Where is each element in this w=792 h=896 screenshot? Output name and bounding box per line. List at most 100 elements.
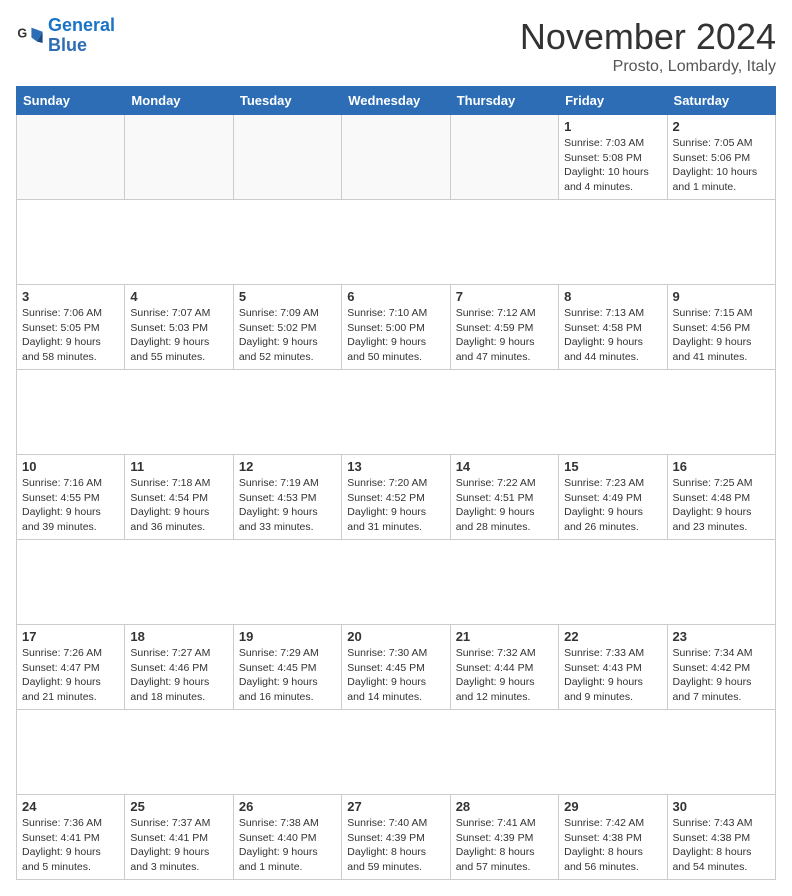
day-number: 20 <box>347 629 444 644</box>
day-info: Sunrise: 7:30 AM Sunset: 4:45 PM Dayligh… <box>347 646 444 705</box>
page-header: G General Blue November 2024 Prosto, Lom… <box>16 16 776 76</box>
day-number: 26 <box>239 799 336 814</box>
calendar-cell: 3 Sunrise: 7:06 AM Sunset: 5:05 PM Daylig… <box>17 285 125 370</box>
day-number: 23 <box>673 629 770 644</box>
calendar-week-row: 17Sunrise: 7:26 AM Sunset: 4:47 PM Dayli… <box>17 625 776 710</box>
day-info: Sunrise: 7:15 AM Sunset: 4:56 PM Dayligh… <box>673 306 770 365</box>
day-info: Sunrise: 7:32 AM Sunset: 4:44 PM Dayligh… <box>456 646 553 705</box>
calendar-cell: 15 Sunrise: 7:23 AM Sunset: 4:49 PM Dayli… <box>559 455 667 540</box>
calendar-cell: 10Sunrise: 7:16 AM Sunset: 4:55 PM Dayli… <box>17 455 125 540</box>
day-info: Sunrise: 7:37 AM Sunset: 4:41 PM Dayligh… <box>130 816 227 875</box>
svg-text:G: G <box>17 26 27 40</box>
calendar-week-row: 3 Sunrise: 7:06 AM Sunset: 5:05 PM Daylig… <box>17 285 776 370</box>
day-info: Sunrise: 7:03 AM Sunset: 5:08 PM Dayligh… <box>564 136 661 195</box>
calendar-cell: 22 Sunrise: 7:33 AM Sunset: 4:43 PM Dayli… <box>559 625 667 710</box>
day-number: 10 <box>22 459 119 474</box>
day-number: 25 <box>130 799 227 814</box>
calendar-cell: 17Sunrise: 7:26 AM Sunset: 4:47 PM Dayli… <box>17 625 125 710</box>
day-number: 15 <box>564 459 661 474</box>
day-number: 22 <box>564 629 661 644</box>
day-number: 29 <box>564 799 661 814</box>
calendar-cell: 20 Sunrise: 7:30 AM Sunset: 4:45 PM Dayli… <box>342 625 450 710</box>
calendar-cell: 23 Sunrise: 7:34 AM Sunset: 4:42 PM Dayli… <box>667 625 775 710</box>
day-number: 8 <box>564 289 661 304</box>
day-number: 14 <box>456 459 553 474</box>
day-info: Sunrise: 7:38 AM Sunset: 4:40 PM Dayligh… <box>239 816 336 875</box>
day-info: Sunrise: 7:06 AM Sunset: 5:05 PM Dayligh… <box>22 306 119 365</box>
day-number: 24 <box>22 799 119 814</box>
day-info: Sunrise: 7:12 AM Sunset: 4:59 PM Dayligh… <box>456 306 553 365</box>
calendar-cell: 30 Sunrise: 7:43 AM Sunset: 4:38 PM Dayli… <box>667 795 775 880</box>
calendar-cell: 7 Sunrise: 7:12 AM Sunset: 4:59 PM Daylig… <box>450 285 558 370</box>
calendar-cell: 13Sunrise: 7:20 AM Sunset: 4:52 PM Dayli… <box>342 455 450 540</box>
day-number: 27 <box>347 799 444 814</box>
day-info: Sunrise: 7:05 AM Sunset: 5:06 PM Dayligh… <box>673 136 770 195</box>
calendar-cell: 8 Sunrise: 7:13 AM Sunset: 4:58 PM Daylig… <box>559 285 667 370</box>
weekday-header-monday: Monday <box>125 87 233 115</box>
calendar-week-row: 24 Sunrise: 7:36 AM Sunset: 4:41 PM Dayli… <box>17 795 776 880</box>
calendar-cell: 28Sunrise: 7:41 AM Sunset: 4:39 PM Dayli… <box>450 795 558 880</box>
day-info: Sunrise: 7:20 AM Sunset: 4:52 PM Dayligh… <box>347 476 444 535</box>
day-info: Sunrise: 7:10 AM Sunset: 5:00 PM Dayligh… <box>347 306 444 365</box>
day-info: Sunrise: 7:07 AM Sunset: 5:03 PM Dayligh… <box>130 306 227 365</box>
day-info: Sunrise: 7:34 AM Sunset: 4:42 PM Dayligh… <box>673 646 770 705</box>
calendar-cell: 29 Sunrise: 7:42 AM Sunset: 4:38 PM Dayli… <box>559 795 667 880</box>
calendar-cell: 4 Sunrise: 7:07 AM Sunset: 5:03 PM Daylig… <box>125 285 233 370</box>
calendar-cell: 19 Sunrise: 7:29 AM Sunset: 4:45 PM Dayli… <box>233 625 341 710</box>
day-number: 19 <box>239 629 336 644</box>
day-info: Sunrise: 7:40 AM Sunset: 4:39 PM Dayligh… <box>347 816 444 875</box>
weekday-header-wednesday: Wednesday <box>342 87 450 115</box>
day-number: 9 <box>673 289 770 304</box>
calendar-table: SundayMondayTuesdayWednesdayThursdayFrid… <box>16 86 776 880</box>
day-info: Sunrise: 7:09 AM Sunset: 5:02 PM Dayligh… <box>239 306 336 365</box>
day-info: Sunrise: 7:43 AM Sunset: 4:38 PM Dayligh… <box>673 816 770 875</box>
day-number: 3 <box>22 289 119 304</box>
day-info: Sunrise: 7:33 AM Sunset: 4:43 PM Dayligh… <box>564 646 661 705</box>
logo: G General Blue <box>16 16 115 56</box>
calendar-cell: 5 Sunrise: 7:09 AM Sunset: 5:02 PM Daylig… <box>233 285 341 370</box>
calendar-cell <box>450 115 558 200</box>
day-number: 5 <box>239 289 336 304</box>
day-info: Sunrise: 7:26 AM Sunset: 4:47 PM Dayligh… <box>22 646 119 705</box>
calendar-cell <box>17 115 125 200</box>
calendar-cell: 11Sunrise: 7:18 AM Sunset: 4:54 PM Dayli… <box>125 455 233 540</box>
weekday-header-row: SundayMondayTuesdayWednesdayThursdayFrid… <box>17 87 776 115</box>
day-info: Sunrise: 7:23 AM Sunset: 4:49 PM Dayligh… <box>564 476 661 535</box>
day-info: Sunrise: 7:19 AM Sunset: 4:53 PM Dayligh… <box>239 476 336 535</box>
day-info: Sunrise: 7:42 AM Sunset: 4:38 PM Dayligh… <box>564 816 661 875</box>
day-number: 18 <box>130 629 227 644</box>
logo-icon: G <box>16 22 44 50</box>
week-separator <box>17 370 776 455</box>
calendar-cell: 1 Sunrise: 7:03 AM Sunset: 5:08 PM Daylig… <box>559 115 667 200</box>
location-title: Prosto, Lombardy, Italy <box>520 58 776 76</box>
weekday-header-thursday: Thursday <box>450 87 558 115</box>
calendar-cell: 6Sunrise: 7:10 AM Sunset: 5:00 PM Daylig… <box>342 285 450 370</box>
calendar-cell: 12 Sunrise: 7:19 AM Sunset: 4:53 PM Dayli… <box>233 455 341 540</box>
calendar-cell: 25 Sunrise: 7:37 AM Sunset: 4:41 PM Dayli… <box>125 795 233 880</box>
calendar-cell: 18Sunrise: 7:27 AM Sunset: 4:46 PM Dayli… <box>125 625 233 710</box>
day-number: 21 <box>456 629 553 644</box>
month-title: November 2024 <box>520 16 776 58</box>
week-separator <box>17 710 776 795</box>
day-number: 2 <box>673 119 770 134</box>
calendar-cell: 14 Sunrise: 7:22 AM Sunset: 4:51 PM Dayli… <box>450 455 558 540</box>
weekday-header-tuesday: Tuesday <box>233 87 341 115</box>
calendar-cell <box>342 115 450 200</box>
day-info: Sunrise: 7:36 AM Sunset: 4:41 PM Dayligh… <box>22 816 119 875</box>
title-section: November 2024 Prosto, Lombardy, Italy <box>520 16 776 76</box>
day-info: Sunrise: 7:29 AM Sunset: 4:45 PM Dayligh… <box>239 646 336 705</box>
calendar-cell <box>233 115 341 200</box>
day-info: Sunrise: 7:22 AM Sunset: 4:51 PM Dayligh… <box>456 476 553 535</box>
day-number: 7 <box>456 289 553 304</box>
calendar-cell: 27 Sunrise: 7:40 AM Sunset: 4:39 PM Dayli… <box>342 795 450 880</box>
day-number: 30 <box>673 799 770 814</box>
calendar-cell: 24 Sunrise: 7:36 AM Sunset: 4:41 PM Dayli… <box>17 795 125 880</box>
day-info: Sunrise: 7:25 AM Sunset: 4:48 PM Dayligh… <box>673 476 770 535</box>
day-info: Sunrise: 7:18 AM Sunset: 4:54 PM Dayligh… <box>130 476 227 535</box>
day-number: 1 <box>564 119 661 134</box>
weekday-header-sunday: Sunday <box>17 87 125 115</box>
day-number: 16 <box>673 459 770 474</box>
day-number: 12 <box>239 459 336 474</box>
day-info: Sunrise: 7:13 AM Sunset: 4:58 PM Dayligh… <box>564 306 661 365</box>
day-number: 4 <box>130 289 227 304</box>
